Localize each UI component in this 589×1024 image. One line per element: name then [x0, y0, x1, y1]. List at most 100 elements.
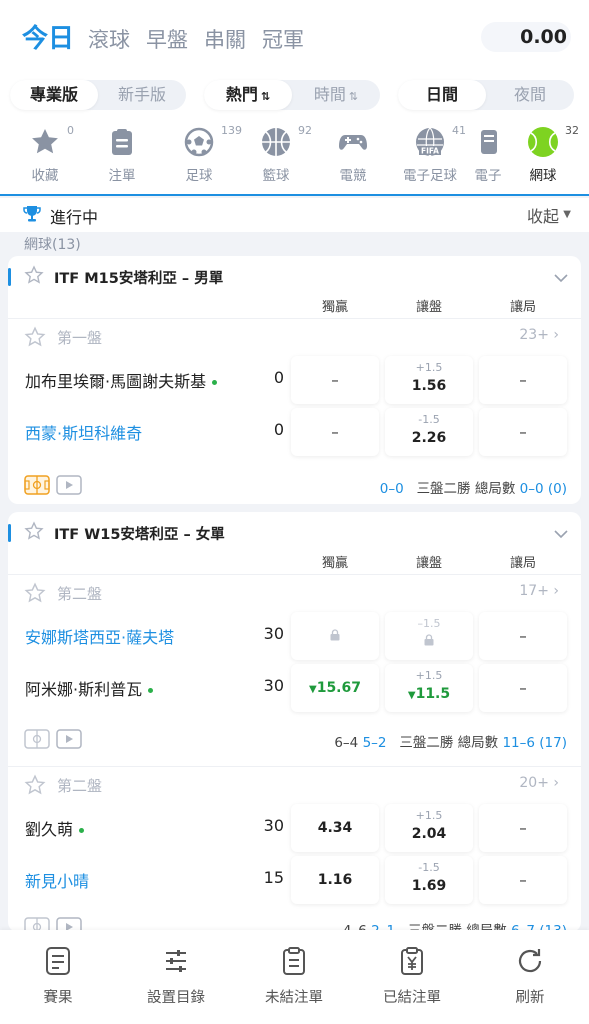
column-moneyline: 獨贏: [321, 556, 348, 571]
tab-today[interactable]: 今日: [22, 18, 74, 55]
sport-item-esoccer[interactable]: FIFA 41 電子足球: [397, 124, 466, 184]
chevron-down-icon[interactable]: [553, 525, 569, 544]
favorite-star-icon[interactable]: [24, 521, 44, 545]
more-markets-link[interactable]: 20+ ›: [519, 775, 559, 791]
tab-outright[interactable]: 冠軍: [262, 24, 304, 54]
more-markets-count: 20+: [519, 775, 549, 791]
league-card: ITF M15安塔利亞 – 男單 獨贏 讓盤 讓局 第一盤 23+ › 加布里埃…: [8, 256, 581, 504]
nav-settings[interactable]: 設置目錄: [126, 946, 226, 1007]
odds-moneyline[interactable]: 4.34: [291, 804, 379, 852]
sport-nav: 0 收藏 注單 139 足球 92 籃球 電競 FIFA 41 電子足球 電子 …: [0, 120, 589, 196]
more-markets-link[interactable]: 23+ ›: [519, 327, 559, 343]
sort-switch: 熱門 ⇅ 時間 ⇅: [204, 80, 380, 110]
results-doc-icon: [46, 947, 70, 975]
sort-hot-button[interactable]: 熱門 ⇅: [204, 80, 292, 110]
player-name-text: 劉久萌: [25, 820, 74, 839]
tab-live[interactable]: 滾球: [88, 24, 130, 54]
favorite-star-icon[interactable]: [24, 582, 46, 608]
odds-handicap[interactable]: -1.5 2.26: [385, 408, 473, 456]
odds-handicap[interactable]: +1.5 2.04: [385, 804, 473, 852]
mode-pro-button[interactable]: 專業版: [10, 80, 98, 110]
player-score: 30: [263, 624, 284, 643]
odds-moneyline[interactable]: –: [291, 356, 379, 404]
odds-handicap[interactable]: +1.5 1.56: [385, 356, 473, 404]
sport-item-esports[interactable]: 電競: [320, 126, 386, 184]
nav-settled-bets[interactable]: 已結注單: [362, 946, 462, 1007]
odds-moneyline[interactable]: –: [291, 408, 379, 456]
tab-parlay[interactable]: 串關: [204, 24, 246, 54]
player-row: 加布里埃爾·馬圖謝夫斯基 0 – +1.5 1.56 –: [8, 354, 581, 406]
odds-games[interactable]: –: [479, 664, 567, 712]
chevron-down-icon[interactable]: [553, 269, 569, 288]
match-media-icons: [24, 475, 82, 499]
player-name: 劉久萌: [25, 816, 85, 840]
sport-item-tennis[interactable]: 32 網球: [510, 124, 579, 184]
match-set-row: 第二盤 17+ ›: [8, 574, 581, 610]
odds-moneyline[interactable]: ▼15.67: [291, 664, 379, 712]
player-row: 新見小晴 15 1.16 -1.5 1.69 –: [8, 854, 581, 906]
league-accent-bar: [8, 524, 11, 542]
league-header[interactable]: ITF M15安塔利亞 – 男單: [8, 256, 581, 294]
court-animation-icon[interactable]: [24, 729, 50, 753]
odds-value: –: [519, 679, 527, 697]
video-play-icon[interactable]: [56, 475, 82, 499]
odds-games[interactable]: –: [479, 804, 567, 852]
sort-arrows-icon: ⇅: [260, 90, 271, 103]
favorite-star-icon[interactable]: [24, 265, 44, 289]
match-set-row: 第二盤 20+ ›: [8, 766, 581, 802]
odds-games[interactable]: –: [479, 408, 567, 456]
court-animation-icon[interactable]: [24, 475, 50, 499]
sport-item-favorites[interactable]: 0 收藏: [12, 124, 78, 184]
handicap-line: +1.5: [415, 669, 443, 682]
sport-count-badge: 92: [298, 124, 312, 137]
favorite-star-icon[interactable]: [24, 326, 46, 352]
sort-time-label: 時間: [313, 85, 346, 104]
favorite-star-icon[interactable]: [24, 774, 46, 800]
caret-down-icon[interactable]: ▼: [563, 209, 571, 220]
nav-label: 已結注單: [383, 990, 441, 1006]
odds-games[interactable]: –: [479, 356, 567, 404]
sport-item-electronic[interactable]: 電子: [460, 126, 516, 184]
trophy-icon: [22, 204, 42, 228]
odds-handicap[interactable]: -1.5 1.69: [385, 856, 473, 904]
odds-handicap[interactable]: +1.5 ▼11.5: [385, 664, 473, 712]
odds-games[interactable]: –: [479, 612, 567, 660]
player-row: 安娜斯塔西亞·薩夫塔 30 –1.5 –: [8, 610, 581, 662]
total-games-value: 11–6 (17): [502, 735, 567, 751]
odds-games[interactable]: –: [479, 856, 567, 904]
more-markets-link[interactable]: 17+ ›: [519, 583, 559, 599]
sort-time-button[interactable]: 時間 ⇅: [292, 80, 380, 110]
nav-label: 刷新: [515, 990, 545, 1006]
tab-early[interactable]: 早盤: [146, 24, 188, 54]
nav-unsettled-bets[interactable]: 未結注單: [244, 946, 344, 1007]
sport-item-bets[interactable]: 注單: [89, 126, 155, 184]
sport-label: 收藏: [31, 168, 59, 184]
match-summary: 6–4 5–2 三盤二勝 總局數 11–6 (17): [334, 731, 567, 751]
basketball-icon: 92: [260, 124, 312, 158]
nav-refresh[interactable]: 刷新: [480, 946, 580, 1007]
live-title: 進行中: [50, 208, 99, 227]
league-accent-bar: [8, 268, 11, 286]
balance-display[interactable]: 0.00: [481, 22, 571, 52]
odds-moneyline[interactable]: 1.16: [291, 856, 379, 904]
player-score: 30: [263, 816, 284, 835]
player-row: 劉久萌 30 4.34 +1.5 2.04 –: [8, 802, 581, 854]
league-header[interactable]: ITF W15安塔利亞 – 女單: [8, 512, 581, 550]
mode-beginner-button[interactable]: 新手版: [98, 80, 186, 110]
nav-results[interactable]: 賽果: [8, 946, 108, 1007]
odds-handicap-locked: –1.5: [385, 612, 473, 660]
sport-item-soccer[interactable]: 139 足球: [166, 124, 242, 184]
star-icon: 0: [29, 124, 74, 158]
nav-label: 設置目錄: [147, 990, 205, 1006]
previous-set-score: 6–4: [334, 735, 359, 751]
column-games: 讓局: [509, 556, 536, 571]
sliders-icon: [166, 950, 186, 972]
collapse-button[interactable]: 收起: [527, 203, 559, 227]
video-play-icon[interactable]: [56, 729, 82, 753]
sport-item-basketball[interactable]: 92 籃球: [243, 124, 312, 184]
odds-value: –: [519, 871, 527, 889]
refresh-icon: [518, 949, 542, 973]
theme-day-button[interactable]: 日間: [398, 80, 486, 110]
clipboard-icon: [106, 126, 138, 158]
theme-night-button[interactable]: 夜間: [486, 80, 574, 110]
